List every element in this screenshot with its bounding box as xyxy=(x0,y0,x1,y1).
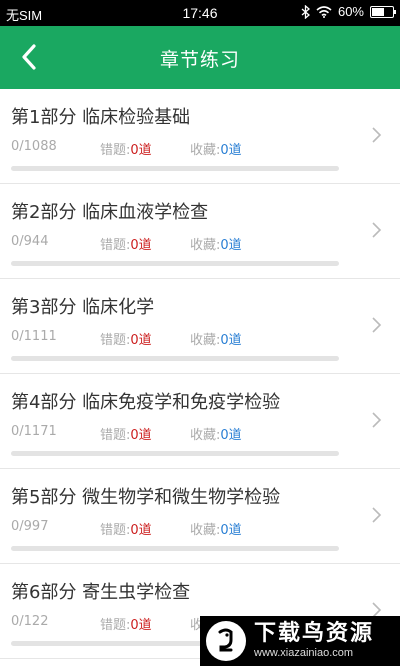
favorite-value: 0道 xyxy=(220,143,242,158)
question-progress: 0/944 xyxy=(11,234,49,249)
chevron-right-icon xyxy=(372,222,382,238)
bluetooth-icon xyxy=(301,4,310,19)
chevron-right-icon xyxy=(372,127,382,143)
chapter-item-4[interactable]: 第4部分 临床免疫学和免疫学检验 0/1171 错题:0道 收藏:0道 xyxy=(0,374,400,469)
wrong-value: 0道 xyxy=(130,238,152,253)
bird-logo-icon xyxy=(206,621,246,661)
favorite-count: 收藏:0道 xyxy=(190,234,242,253)
progress-bar xyxy=(11,261,339,266)
wrong-value: 0道 xyxy=(130,333,152,348)
status-icons: 60% xyxy=(301,4,396,19)
favorite-label: 收藏: xyxy=(190,428,221,443)
favorite-count: 收藏:0道 xyxy=(190,329,242,348)
progress-bar xyxy=(11,356,339,361)
chapter-item-2[interactable]: 第2部分 临床血液学检查 0/944 错题:0道 收藏:0道 xyxy=(0,184,400,279)
favorite-value: 0道 xyxy=(220,238,242,253)
favorite-value: 0道 xyxy=(220,523,242,538)
wrong-label: 错题: xyxy=(100,238,131,253)
battery-icon xyxy=(370,5,396,18)
chapter-item-5[interactable]: 第5部分 微生物学和微生物学检验 0/997 错题:0道 收藏:0道 xyxy=(0,469,400,564)
question-progress: 0/997 xyxy=(11,519,49,534)
page-title: 章节练习 xyxy=(159,49,240,71)
chapter-item-3[interactable]: 第3部分 临床化学 0/1111 错题:0道 收藏:0道 xyxy=(0,279,400,374)
question-progress: 0/122 xyxy=(11,614,49,629)
status-bar: 无SIM 17:46 60% xyxy=(0,0,400,26)
watermark-text: 下载鸟资源 www.xiazainiao.com xyxy=(254,622,374,660)
favorite-value: 0道 xyxy=(220,333,242,348)
favorite-value: 0道 xyxy=(220,428,242,443)
wrong-count: 错题:0道 xyxy=(100,139,152,158)
watermark: 下载鸟资源 www.xiazainiao.com xyxy=(200,616,400,666)
wrong-count: 错题:0道 xyxy=(100,234,152,253)
favorite-count: 收藏:0道 xyxy=(190,139,242,158)
chapter-list: 第1部分 临床检验基础 0/1088 错题:0道 收藏:0道 第2部分 临床血液… xyxy=(0,89,400,659)
chapter-title: 第4部分 临床免疫学和免疫学检验 xyxy=(11,392,281,413)
progress-bar xyxy=(11,546,339,551)
question-progress: 0/1088 xyxy=(11,139,57,154)
wrong-count: 错题:0道 xyxy=(100,519,152,538)
favorite-label: 收藏: xyxy=(190,523,221,538)
chapter-item-1[interactable]: 第1部分 临床检验基础 0/1088 错题:0道 收藏:0道 xyxy=(0,89,400,184)
wrong-label: 错题: xyxy=(100,523,131,538)
wrong-label: 错题: xyxy=(100,618,131,633)
app-screen: 无SIM 17:46 60% 章节练习 第1部分 临床检验基础 0/1088 错… xyxy=(0,0,400,666)
favorite-count: 收藏:0道 xyxy=(190,519,242,538)
chevron-right-icon xyxy=(372,317,382,333)
chapter-title: 第1部分 临床检验基础 xyxy=(11,107,191,128)
wrong-value: 0道 xyxy=(130,618,152,633)
wrong-value: 0道 xyxy=(130,143,152,158)
chevron-right-icon xyxy=(372,412,382,428)
question-progress: 0/1111 xyxy=(11,329,57,344)
favorite-label: 收藏: xyxy=(190,238,221,253)
wrong-label: 错题: xyxy=(100,333,131,348)
watermark-title: 下载鸟资源 xyxy=(254,621,375,646)
favorite-label: 收藏: xyxy=(190,143,221,158)
app-header: 章节练习 xyxy=(0,26,400,89)
chapter-title: 第3部分 临床化学 xyxy=(11,297,155,318)
wrong-label: 错题: xyxy=(100,428,131,443)
watermark-url: www.xiazainiao.com xyxy=(254,647,354,659)
chapter-title: 第2部分 临床血液学检查 xyxy=(11,202,209,223)
battery-percentage: 60% xyxy=(337,4,364,19)
chapter-title: 第6部分 寄生虫学检查 xyxy=(11,582,191,603)
wrong-count: 错题:0道 xyxy=(100,614,152,633)
wifi-icon xyxy=(316,5,332,18)
wrong-label: 错题: xyxy=(100,143,131,158)
favorite-label: 收藏: xyxy=(190,333,221,348)
wrong-count: 错题:0道 xyxy=(100,329,152,348)
favorite-count: 收藏:0道 xyxy=(190,424,242,443)
progress-bar xyxy=(11,451,339,456)
wrong-value: 0道 xyxy=(130,523,152,538)
wrong-count: 错题:0道 xyxy=(100,424,152,443)
chevron-right-icon xyxy=(372,507,382,523)
chapter-title: 第5部分 微生物学和微生物学检验 xyxy=(11,487,281,508)
question-progress: 0/1171 xyxy=(11,424,57,439)
progress-bar xyxy=(11,166,339,171)
wrong-value: 0道 xyxy=(130,428,152,443)
